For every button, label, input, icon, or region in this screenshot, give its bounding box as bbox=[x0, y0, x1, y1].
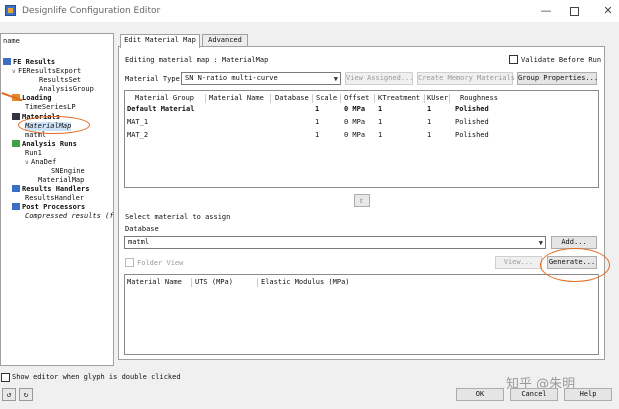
header-separator bbox=[312, 94, 313, 103]
refresh-icon[interactable]: ↻ bbox=[19, 388, 33, 401]
tree-item-analysis-runs[interactable]: Analysis Runs bbox=[12, 140, 77, 149]
tree-item-fe-results-export[interactable]: v FEResultsExport bbox=[12, 67, 81, 76]
materials-icon bbox=[12, 113, 20, 120]
view-button[interactable]: View... bbox=[495, 256, 542, 269]
header-separator bbox=[340, 94, 341, 103]
close-button[interactable]: ✕ bbox=[590, 0, 619, 22]
header-separator bbox=[191, 278, 192, 287]
material-map-table[interactable]: Material Group Material Name Database Sc… bbox=[124, 90, 599, 188]
annotation-circle-generate bbox=[540, 248, 610, 282]
table-row[interactable]: MAT_1 1 0 MPa 1 1 Polished bbox=[125, 117, 598, 127]
material-list-table[interactable]: Material Name UTS (MPa) Elastic Modulus … bbox=[124, 274, 599, 355]
tree-item-root[interactable]: name bbox=[3, 37, 20, 46]
col-header-scale[interactable]: Scale bbox=[316, 93, 337, 103]
view-assigned-button[interactable]: View Assigned... bbox=[345, 72, 413, 85]
col-header-material-name[interactable]: Material Name bbox=[127, 277, 182, 287]
header-separator bbox=[205, 94, 206, 103]
chevron-down-icon: ▼ bbox=[538, 239, 543, 247]
col-header-uts[interactable]: UTS (MPa) bbox=[195, 277, 233, 287]
tab-edit-material-map[interactable]: Edit Material Map bbox=[120, 34, 200, 48]
table-row[interactable]: MAT_2 1 0 MPa 1 1 Polished bbox=[125, 130, 598, 140]
window-title: Designlife Configuration Editor bbox=[22, 6, 161, 16]
col-header-material-name[interactable]: Material Name bbox=[209, 93, 264, 103]
maximize-button[interactable] bbox=[556, 0, 592, 22]
tree-item-results-handler[interactable]: ResultsHandler bbox=[25, 194, 84, 203]
arrow-up-icon: ⇧ bbox=[359, 196, 364, 205]
fe-results-icon bbox=[3, 58, 11, 65]
post-processors-icon bbox=[12, 203, 20, 210]
col-header-database[interactable]: Database bbox=[275, 93, 309, 103]
header-separator bbox=[449, 94, 450, 103]
col-header-offset[interactable]: Offset bbox=[344, 93, 369, 103]
create-memory-materials-button[interactable]: Create Memory Materials bbox=[417, 72, 515, 85]
table-row[interactable]: Default Material 1 0 MPa 1 1 Polished bbox=[125, 104, 598, 114]
app-icon bbox=[5, 5, 16, 16]
database-label: Database bbox=[125, 225, 159, 233]
folder-view-checkbox[interactable] bbox=[125, 258, 134, 267]
col-header-elastic-modulus[interactable]: Elastic Modulus (MPa) bbox=[261, 277, 350, 287]
chevron-down-icon: ▼ bbox=[333, 75, 338, 83]
select-material-label: Select material to assign bbox=[125, 213, 231, 221]
tree-item-material-map-2[interactable]: MaterialMap bbox=[38, 176, 84, 185]
folder-view-label: Folder View bbox=[137, 259, 184, 267]
col-header-roughness[interactable]: Roughness bbox=[460, 93, 498, 103]
group-properties-button[interactable]: Group Properties... bbox=[517, 72, 598, 85]
move-up-button[interactable]: ⇧ bbox=[354, 194, 370, 207]
tree-item-post-processors[interactable]: Post Processors bbox=[12, 203, 85, 212]
ok-button[interactable]: OK bbox=[456, 388, 504, 401]
header-separator bbox=[270, 94, 271, 103]
config-tree[interactable]: name FE Results v FEResultsExport Results… bbox=[0, 33, 114, 366]
editing-label: Editing material map : MaterialMap bbox=[125, 56, 269, 64]
tree-item-results-set[interactable]: ResultsSet bbox=[39, 76, 81, 85]
validate-before-run-checkbox[interactable] bbox=[509, 55, 518, 64]
analysis-runs-icon bbox=[12, 140, 20, 147]
header-separator bbox=[424, 94, 425, 103]
material-type-label: Material Type bbox=[125, 75, 180, 83]
tree-item-fe-results[interactable]: FE Results bbox=[3, 58, 55, 67]
tree-item-analysis-group[interactable]: AnalysisGroup bbox=[39, 85, 94, 94]
tree-item-compressed-results[interactable]: Compressed results (fe bbox=[25, 212, 113, 221]
col-header-ktreatment[interactable]: KTreatment bbox=[378, 93, 420, 103]
tree-item-anadef[interactable]: v AnaDef bbox=[25, 158, 56, 167]
database-select[interactable]: matml ▼ bbox=[124, 236, 546, 249]
material-type-select[interactable]: SN N-ratio multi-curve ▼ bbox=[181, 72, 341, 85]
header-separator bbox=[257, 278, 258, 287]
tree-item-run1[interactable]: Run1 bbox=[25, 149, 42, 158]
tree-item-results-handlers[interactable]: Results Handlers bbox=[12, 185, 89, 194]
title-bar: Designlife Configuration Editor — ✕ bbox=[0, 0, 619, 22]
maximize-icon bbox=[569, 6, 579, 16]
header-separator bbox=[374, 94, 375, 103]
tree-item-time-series[interactable]: TimeSeriesLP bbox=[25, 103, 76, 112]
show-editor-checkbox[interactable] bbox=[1, 373, 10, 382]
annotation-circle-tree bbox=[18, 116, 90, 134]
undo-icon[interactable]: ↺ bbox=[2, 388, 16, 401]
edit-material-map-panel: Editing material map : MaterialMap Valid… bbox=[118, 46, 605, 360]
cancel-button[interactable]: Cancel bbox=[510, 388, 558, 401]
show-editor-label: Show editor when glyph is double clicked bbox=[12, 373, 181, 381]
help-button[interactable]: Help bbox=[564, 388, 612, 401]
validate-before-run-label: Validate Before Run bbox=[521, 56, 602, 64]
tree-item-sn-engine[interactable]: SNEngine bbox=[51, 167, 85, 176]
col-header-material-group[interactable]: Material Group bbox=[135, 93, 194, 103]
col-header-kuser[interactable]: KUser bbox=[427, 93, 448, 103]
results-handlers-icon bbox=[12, 185, 20, 192]
